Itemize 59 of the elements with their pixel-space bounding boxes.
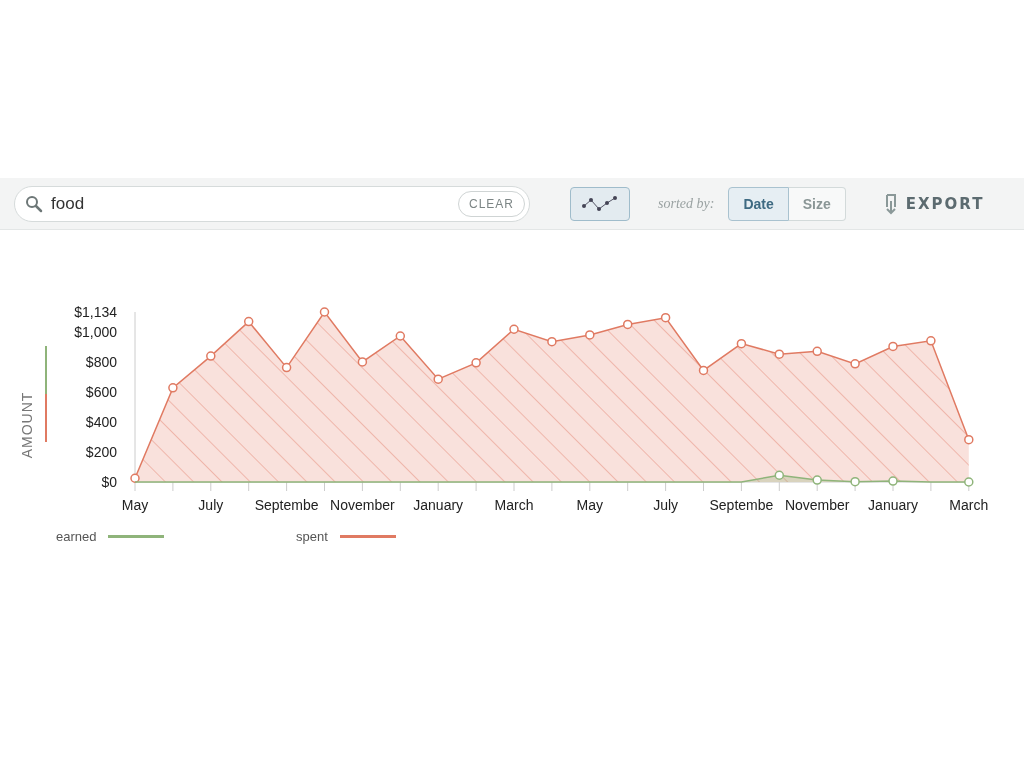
- x-tick-label: November: [330, 497, 396, 513]
- point: [395, 331, 406, 341]
- point: [812, 346, 822, 357]
- x-tick-label: July: [653, 497, 679, 513]
- point: [774, 470, 785, 480]
- point: [736, 338, 747, 349]
- search-field[interactable]: food CLEAR: [14, 185, 530, 222]
- x-tick-label: May: [576, 497, 604, 513]
- sort-option-button[interactable]: Size: [788, 186, 846, 221]
- point: [243, 316, 254, 327]
- point: [850, 476, 860, 487]
- legend-label: spent: [296, 529, 328, 544]
- x-tick-label: Septembe: [709, 497, 774, 513]
- point: [547, 336, 557, 347]
- point: [509, 324, 519, 334]
- point: [585, 330, 595, 340]
- point: [206, 351, 216, 361]
- y-tick-label: $600: [85, 384, 118, 401]
- point: [433, 374, 443, 384]
- point: [130, 473, 140, 483]
- x-tick-label: Septembe: [254, 497, 319, 513]
- y-tick-label: $1,134: [74, 304, 118, 320]
- point: [888, 341, 898, 352]
- point: [964, 477, 974, 487]
- x-tick-label: July: [198, 497, 224, 513]
- x-tick-label: January: [868, 497, 918, 513]
- x-tick-label: January: [413, 497, 464, 513]
- y-axis-title: AMOUNT: [19, 391, 35, 459]
- point: [471, 358, 481, 368]
- sort-label: sorted by:: [658, 195, 715, 212]
- x-tick-label: November: [784, 497, 850, 513]
- point: [698, 365, 709, 376]
- y-tick-label: $1,000: [74, 324, 118, 341]
- y-tick-label: $400: [85, 414, 118, 431]
- export-button[interactable]: EXPORT: [877, 191, 991, 216]
- x-tick-label: May: [121, 497, 149, 513]
- y-tick-label: $800: [85, 354, 118, 371]
- point: [660, 312, 671, 323]
- search-icon: [25, 194, 43, 213]
- point: [850, 359, 860, 369]
- point: [281, 362, 292, 373]
- point: [357, 357, 368, 367]
- legend-label: earned: [56, 529, 97, 544]
- point: [622, 319, 633, 330]
- line-chart-icon: [581, 193, 619, 214]
- sort-option-button[interactable]: Date: [728, 186, 789, 221]
- clear-button[interactable]: CLEAR: [458, 190, 525, 217]
- point: [168, 383, 178, 393]
- point: [888, 476, 898, 486]
- y-tick-label: $200: [85, 444, 118, 461]
- y-tick-label: $0: [101, 474, 118, 490]
- point: [774, 349, 785, 359]
- line-chart-toggle-button[interactable]: [570, 186, 630, 221]
- point: [319, 307, 330, 317]
- point: [964, 434, 974, 445]
- point: [926, 336, 936, 346]
- x-tick-label: March: [949, 497, 989, 513]
- point: [812, 475, 822, 485]
- x-tick-label: March: [494, 497, 534, 513]
